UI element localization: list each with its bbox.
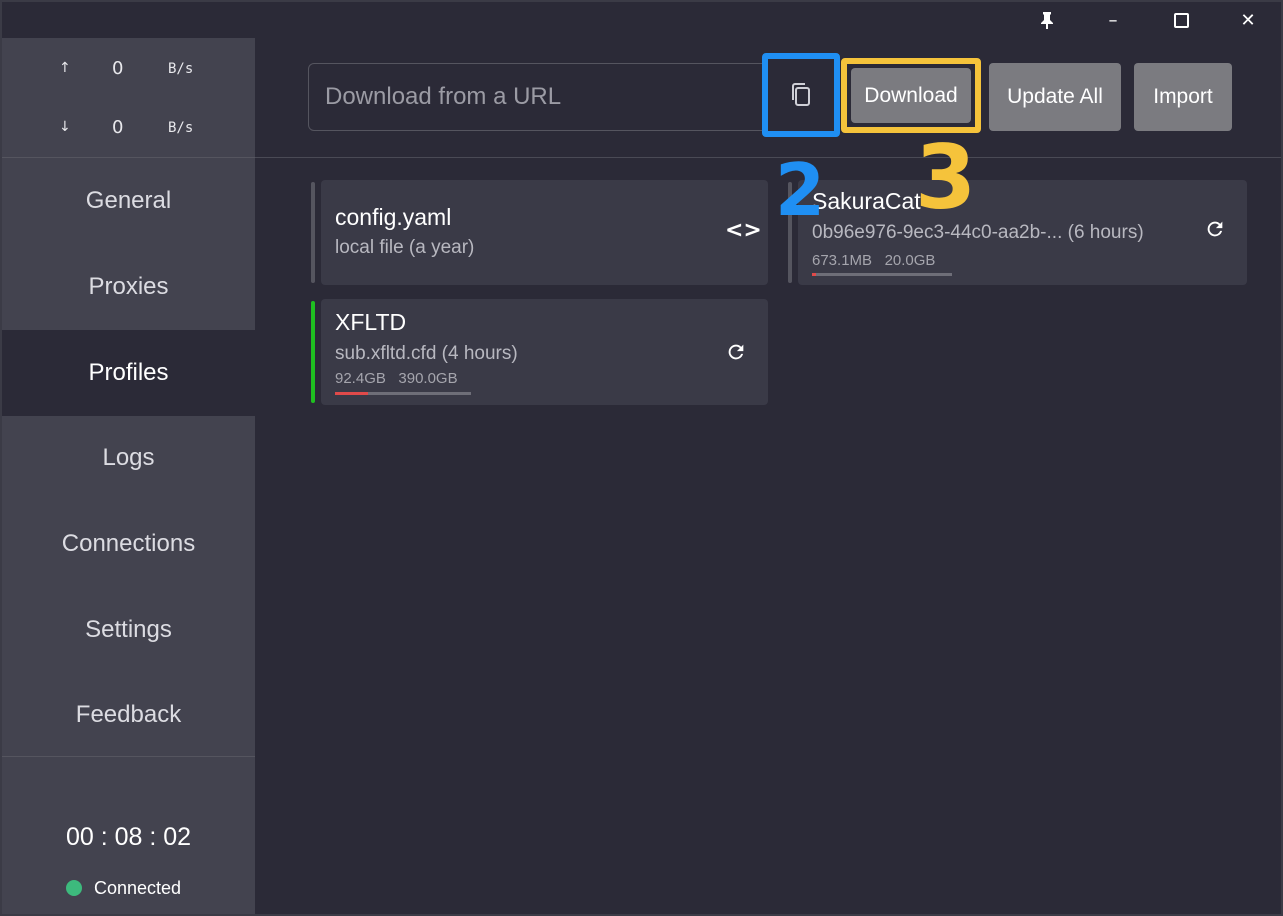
profile-usage: 673.1MB 20.0GB [812,252,935,269]
import-button[interactable]: Import [1134,63,1232,131]
sidebar-item-label: Feedback [75,701,182,728]
upload-arrow-icon: ↑ [59,60,71,76]
close-button[interactable]: ✕ [1215,2,1281,38]
sidebar-item-label: General [85,187,172,214]
pin-button[interactable] [1014,2,1080,38]
main-content: Download Update All Import config.yaml l… [255,38,1281,914]
url-input[interactable] [308,63,824,131]
sidebar-item-settings[interactable]: Settings [2,587,255,673]
uptime-timer: 00 : 08 : 02 [65,823,192,851]
sidebar-item-profiles[interactable]: Profiles [2,330,255,416]
sidebar-item-general[interactable]: General [2,158,255,244]
upload-unit: B/s [168,61,194,77]
usage-used: 673.1MB [812,252,873,269]
download-button[interactable]: Download [851,68,971,123]
sidebar-item-logs[interactable]: Logs [2,415,255,501]
sidebar-footer: 00 : 08 : 02 Connected [2,756,255,914]
minimize-button[interactable]: – [1080,2,1146,38]
profiles-toolbar: Download Update All Import [255,38,1281,158]
profile-subtitle: sub.xfltd.cfd (4 hours) [335,343,518,364]
paste-icon [792,83,810,106]
sidebar-item-label: Connections [61,530,196,557]
minimize-icon: – [1108,9,1118,31]
app-window: – ✕ ↑ 0 B/s ↓ 0 B/s General Proxies Prof… [2,2,1281,914]
profile-indicator [311,182,315,283]
profile-title: config.yaml [335,204,452,230]
usage-bar-fill [335,392,368,395]
traffic-monitor: ↑ 0 B/s ↓ 0 B/s [2,38,255,158]
annotation-number-3: 3 [915,126,977,229]
maximize-icon [1173,12,1189,28]
code-icon[interactable]: <> [725,218,762,243]
profile-usage: 92.4GB 390.0GB [335,370,458,387]
profile-card-sakuracat[interactable]: SakuraCat 0b96e976-9ec3-44c0-aa2b-... (6… [788,180,1247,285]
profile-card-config[interactable]: config.yaml local file (a year) <> [311,180,768,285]
paste-button[interactable] [762,53,840,137]
usage-total: 390.0GB [398,370,458,387]
status-dot-icon [66,880,82,896]
sidebar-item-proxies[interactable]: Proxies [2,244,255,330]
upload-speed: ↑ 0 B/s [2,54,255,84]
sidebar-item-label: Logs [102,444,155,471]
download-unit: B/s [168,120,194,136]
usage-total: 20.0GB [884,252,936,269]
profile-title: SakuraCat [812,188,921,214]
close-icon: ✕ [1240,9,1256,31]
download-speed: ↓ 0 B/s [2,113,255,143]
update-all-button[interactable]: Update All [989,63,1121,131]
download-value: 0 [112,117,124,138]
profile-indicator-active [311,301,315,403]
usage-bar [335,392,471,395]
status-label: Connected [94,877,182,898]
sidebar-item-label: Profiles [88,359,169,386]
annotation-number-2: 2 [775,148,826,232]
sidebar-item-feedback[interactable]: Feedback [2,672,255,758]
upload-value: 0 [112,58,124,79]
title-bar: – ✕ [2,2,1281,38]
profile-card-xfltd[interactable]: XFLTD sub.xfltd.cfd (4 hours) 92.4GB 390… [311,299,768,405]
sidebar: ↑ 0 B/s ↓ 0 B/s General Proxies Profiles… [2,38,255,914]
refresh-icon[interactable] [1204,218,1226,246]
profile-subtitle: 0b96e976-9ec3-44c0-aa2b-... (6 hours) [812,222,1144,243]
usage-used: 92.4GB [335,370,386,387]
usage-bar-fill [812,273,817,276]
pin-icon [1041,12,1053,29]
usage-bar [812,273,952,276]
maximize-button[interactable] [1148,2,1214,38]
profile-title: XFLTD [335,309,407,335]
sidebar-item-label: Settings [85,616,172,643]
sidebar-item-connections[interactable]: Connections [2,501,255,587]
sidebar-item-label: Proxies [88,273,169,300]
download-arrow-icon: ↓ [59,119,71,135]
refresh-icon[interactable] [725,341,747,369]
profile-subtitle: local file (a year) [335,237,475,258]
connection-status: Connected [66,877,181,899]
